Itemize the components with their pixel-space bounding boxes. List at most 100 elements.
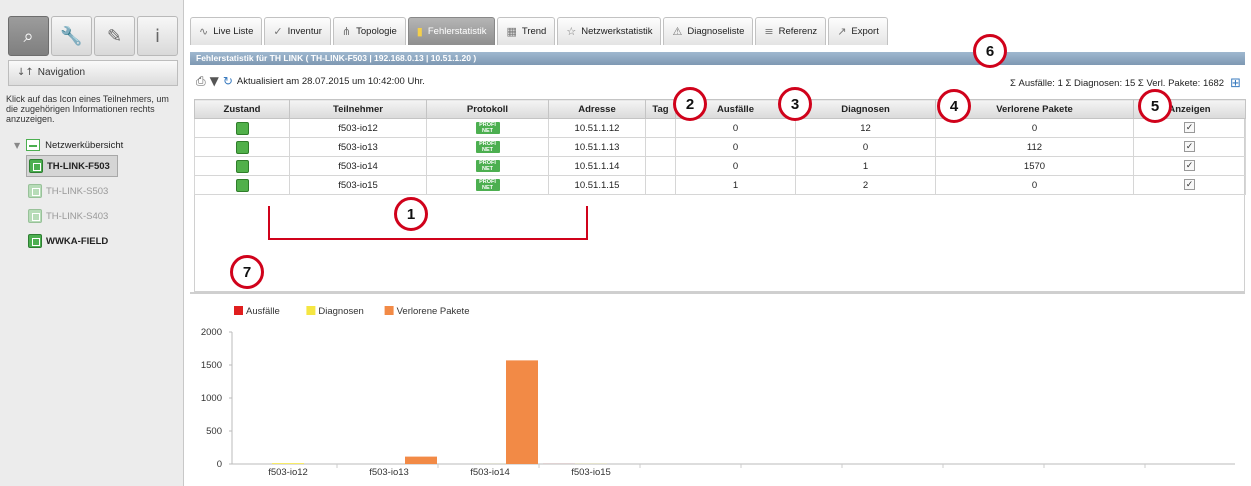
callout-3: 3: [778, 87, 812, 121]
tab-trend[interactable]: ▦ Trend: [497, 17, 556, 45]
table-row[interactable]: f503-io13 PROFI NET 10.51.1.13 0 0 112 ✓: [194, 137, 1246, 157]
tab-label: Trend: [521, 26, 547, 37]
y-tick-label: 1000: [201, 393, 222, 404]
header-protokoll[interactable]: Protokoll: [426, 99, 549, 119]
expand-arrow-icon[interactable]: ▼: [14, 141, 20, 150]
status-ok-icon: [235, 159, 249, 173]
show-checkbox[interactable]: ✓: [1184, 179, 1195, 191]
cell-zustand: [194, 137, 290, 157]
header-teilnehmer[interactable]: Teilnehmer: [289, 99, 427, 119]
cell-verlorene-pakete: 1570: [935, 156, 1134, 176]
tab-diagnoseliste[interactable]: ⚠ Diagnoseliste: [663, 17, 754, 45]
inventory-icon: ✓: [273, 25, 283, 38]
cell-diagnosen: 2: [795, 175, 936, 195]
tree-node-th-link-s403[interactable]: TH-LINK-S403: [26, 205, 182, 227]
wrench-icon[interactable]: 🔧: [51, 16, 92, 56]
table-row[interactable]: f503-io15 PROFI NET 10.51.1.15 1 2 0 ✓: [194, 175, 1246, 195]
tree-node-th-link-f503[interactable]: TH-LINK-F503: [26, 155, 118, 177]
tab-label: Live Liste: [213, 26, 254, 37]
table-row[interactable]: f503-io12 PROFI NET 10.51.1.12 0 12 0 ✓: [194, 118, 1246, 138]
cell-teilnehmer: f503-io13: [289, 137, 427, 157]
show-checkbox[interactable]: ✓: [1184, 160, 1195, 172]
callout-6: 6: [973, 34, 1007, 68]
cell-verlorene-pakete: 112: [935, 137, 1134, 157]
print-icon[interactable]: ⎙: [196, 74, 206, 89]
network-icon: ☆: [566, 25, 577, 38]
device-icon: [28, 184, 42, 198]
tree-node-wwka-field[interactable]: WWKA-FIELD: [26, 230, 182, 252]
tab-fehlerstatistik[interactable]: ▮ Fehlerstatistik: [407, 17, 496, 45]
cell-anzeigen: ✓: [1133, 156, 1246, 176]
tab-label: Referenz: [778, 26, 818, 37]
y-tick-label: 1500: [201, 360, 222, 371]
chart-panel: Ausfälle Diagnosen Verlorene Pakete 0 500 100…: [190, 292, 1245, 482]
network-overview-icon: [26, 139, 41, 151]
device-icon: [28, 209, 42, 223]
filter-icon[interactable]: ▼: [210, 74, 219, 88]
profinet-icon: PROFI NET: [475, 141, 500, 153]
header-zustand[interactable]: Zustand: [194, 99, 290, 119]
cell-teilnehmer: f503-io12: [289, 118, 427, 138]
profinet-icon: PROFI NET: [475, 160, 500, 172]
cell-tag: [645, 175, 676, 195]
show-checkbox[interactable]: ✓: [1184, 141, 1195, 153]
device-icon: [29, 159, 43, 173]
cell-diagnosen: 0: [795, 137, 936, 157]
legend-label: Verlorene Pakete: [397, 306, 470, 317]
summary-bar: Σ Ausfälle: 1 Σ Diagnosen: 15 Σ Verl. Pa…: [1010, 76, 1241, 91]
callout-7: 7: [230, 255, 264, 289]
navigation-title: Navigation: [37, 67, 86, 78]
y-tick-label: 0: [217, 459, 222, 470]
navigation-hint: Klick auf das Icon eines Teilnehmers, um…: [6, 94, 169, 124]
sort-arrows-icon: ↓↑: [17, 67, 34, 78]
warning-icon: ⚠: [672, 25, 683, 38]
tab-live-liste[interactable]: ∿ Live Liste: [190, 17, 263, 45]
tab-topologie[interactable]: ⋔ Topologie: [332, 17, 406, 45]
export-icon: ↗: [837, 25, 847, 38]
left-toolbar: ⌕ 🔧 ✎ i: [8, 16, 178, 56]
hierarchy-icon[interactable]: ⊞: [1230, 76, 1241, 91]
profinet-icon: PROFI NET: [475, 179, 500, 191]
status-ok-icon: [235, 140, 249, 154]
table-row[interactable]: f503-io14 PROFI NET 10.51.1.14 0 1 1570 …: [194, 156, 1246, 176]
statistics-table: Zustand Teilnehmer Protokoll Adresse Tag…: [194, 99, 1246, 195]
cell-protokoll: PROFI NET: [426, 137, 549, 157]
show-checkbox[interactable]: ✓: [1184, 122, 1195, 134]
cell-adresse: 10.51.1.12: [548, 118, 646, 138]
tab-label: Netzwerkstatistik: [581, 26, 653, 37]
search-icon[interactable]: ⌕: [8, 16, 49, 56]
bar-verlorene-pakete: [506, 360, 538, 464]
cell-ausfaelle: 0: [675, 118, 796, 138]
header-diagnosen[interactable]: Diagnosen: [795, 99, 936, 119]
tree-node-th-link-s503[interactable]: TH-LINK-S503: [26, 180, 182, 202]
tree-root-label: Netzwerkübersicht: [45, 139, 124, 151]
updated-timestamp: Aktualisiert am 28.07.2015 um 10:42:00 U…: [236, 75, 425, 87]
tab-label: Topologie: [356, 26, 397, 37]
profinet-icon: PROFI NET: [475, 122, 500, 134]
tree-root[interactable]: ▼ Netzwerkübersicht: [14, 138, 182, 152]
navigation-panel: ⌕ 🔧 ✎ i ↓↑ Navigation Klick auf das Icon …: [0, 0, 184, 486]
tab-inventur[interactable]: ✓ Inventur: [264, 17, 331, 45]
header-tag[interactable]: Tag: [645, 99, 676, 119]
refresh-icon[interactable]: ↻: [223, 74, 233, 88]
tag-icon[interactable]: ✎: [94, 16, 135, 56]
info-icon[interactable]: i: [137, 16, 178, 56]
tab-netzwerkstatistik[interactable]: ☆ Netzwerkstatistik: [557, 17, 662, 45]
cell-tag: [645, 118, 676, 138]
callout-1: 1: [394, 197, 428, 231]
summary-text: Σ Ausfälle: 1 Σ Diagnosen: 15 Σ Verl. Pa…: [1010, 78, 1225, 89]
tab-export[interactable]: ↗ Export: [828, 17, 888, 45]
tree-node-label: TH-LINK-S403: [46, 210, 109, 222]
cell-protokoll: PROFI NET: [426, 175, 549, 195]
bar-diagnosen: [272, 463, 304, 464]
topology-icon: ⋔: [341, 25, 352, 38]
header-adresse[interactable]: Adresse: [548, 99, 646, 119]
device-tree: ▼ Netzwerkübersicht TH-LINK-F503 TH-LINK…: [14, 138, 182, 252]
tree-node-label: TH-LINK-F503: [47, 160, 110, 172]
cell-ausfaelle: 0: [675, 156, 796, 176]
tab-referenz[interactable]: ≡ Referenz: [755, 17, 827, 45]
x-tick-label: f503-io14: [470, 467, 510, 478]
cell-zustand: [194, 156, 290, 176]
legend-label: Ausfälle: [246, 306, 280, 317]
navigation-header: ↓↑ Navigation: [8, 60, 178, 86]
